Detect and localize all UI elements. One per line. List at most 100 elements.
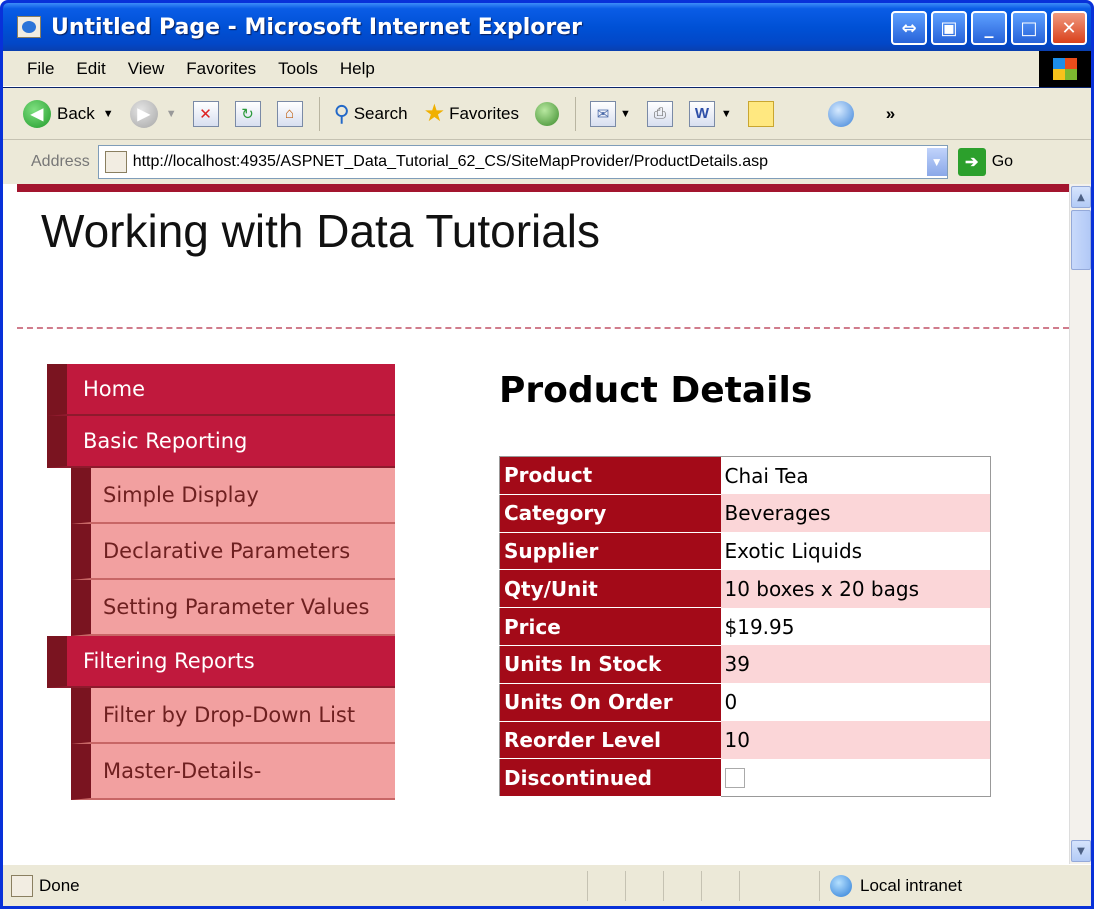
field-value: Exotic Liquids [724,538,863,563]
home-icon[interactable]: ⌂ [276,100,303,127]
menu-favorites[interactable]: Favorites [186,59,256,79]
mail-button[interactable]: ✉ ▼ [590,100,631,127]
word-button[interactable]: W ▼ [688,100,732,127]
maximize-button[interactable]: □ [1011,11,1047,45]
dropdown-arrow-icon[interactable]: ▼ [166,108,177,120]
history-icon[interactable] [535,101,560,126]
go-button[interactable]: ➔ Go [957,148,1014,176]
page-icon [104,151,127,173]
go-label: Go [991,153,1014,170]
stop-icon[interactable]: ✕ [192,100,219,127]
address-url: http://localhost:4935/ASPNET_Data_Tutori… [132,153,768,170]
page-heading: Product Details [499,370,813,411]
details-row: Reorder Level 10 [499,721,991,760]
close-button[interactable]: ✕ [1051,11,1087,45]
field-value: 39 [720,645,991,684]
field-value: Chai Tea [724,463,809,488]
nav-item-filtering-reports[interactable]: Filtering Reports [47,636,395,688]
field-value [721,759,991,797]
refresh-icon[interactable]: ↻ [234,100,261,127]
details-row: Supplier Exotic Liquids [499,532,991,571]
go-arrow-icon: ➔ [957,148,986,176]
mail-icon: ✉ [590,100,617,127]
page-done-icon [11,874,33,897]
restore-icon[interactable]: ⇔ [891,11,927,45]
intranet-icon [830,875,852,897]
field-label: Category [499,494,721,533]
forward-button[interactable]: ▶ ▼ [129,99,177,128]
address-dropdown-icon[interactable]: ▼ [926,148,947,176]
back-arrow-icon: ◀ [23,99,51,128]
toolbar-separator [575,96,577,131]
windows-logo-icon [1039,51,1091,87]
minimize-button[interactable]: _ [971,11,1007,45]
menu-file[interactable]: File [27,59,54,79]
field-label: Discontinued [499,758,721,798]
field-value: 0 [724,690,738,715]
site-title: Working with Data Tutorials [41,205,601,257]
scroll-thumb[interactable] [1071,210,1091,270]
search-button[interactable]: ⚲ Search [334,101,408,127]
nav-item-declarative-parameters[interactable]: Declarative Parameters [71,524,395,580]
messenger-icon[interactable] [827,100,854,127]
address-label: Address [31,153,90,170]
dropdown-arrow-icon[interactable]: ▼ [103,108,114,120]
field-label: Supplier [499,532,721,571]
title-bar[interactable]: Untitled Page - Microsoft Internet Explo… [3,3,1091,51]
field-value: $19.95 [724,614,795,639]
layout-icon[interactable]: ▣ [931,11,967,45]
nav-item-master-details[interactable]: Master-Details- [71,744,395,800]
nav-item-home[interactable]: Home [47,364,395,416]
star-icon: ★ [423,100,446,127]
security-zone: Local intranet [819,871,962,901]
menu-edit[interactable]: Edit [76,59,105,79]
field-value: 10 [720,721,991,759]
menu-bar: File Edit View Favorites Tools Help [3,51,1091,87]
favorites-button[interactable]: ★ Favorites [424,99,519,128]
browser-window: Untitled Page - Microsoft Internet Explo… [0,0,1094,909]
toolbar-chevron-icon[interactable]: » [886,104,895,124]
address-bar: Address http://localhost:4935/ASPNET_Dat… [3,140,1091,184]
window-title: Untitled Page - Microsoft Internet Explo… [51,14,582,40]
toolbar-separator [318,96,320,131]
back-button[interactable]: ◀ Back ▼ [23,99,114,128]
vertical-scrollbar[interactable]: ▲ ▼ [1069,184,1091,864]
scroll-up-icon[interactable]: ▲ [1071,186,1091,208]
address-input[interactable]: http://localhost:4935/ASPNET_Data_Tutori… [97,145,948,179]
forward-arrow-icon: ▶ [129,99,158,128]
sitemap-menu: Home Basic Reporting Simple Display Decl… [47,364,395,800]
search-label: Search [353,103,408,123]
favorites-label: Favorites [449,103,520,123]
nav-item-basic-reporting[interactable]: Basic Reporting [47,416,395,468]
toolbar: ◀ Back ▼ ▶ ▼ ✕ ↻ ⌂ ⚲ Search ★ Favorites [3,88,1091,184]
dropdown-arrow-icon[interactable]: ▼ [721,108,732,120]
details-row: Product Chai Tea [499,456,991,495]
search-icon: ⚲ [333,100,350,126]
details-row: Units In Stock 39 [499,645,991,684]
discuss-icon[interactable] [747,100,774,127]
scroll-down-icon[interactable]: ▼ [1071,840,1091,862]
details-row: Category Beverages [499,494,991,533]
header-stripe [17,184,1069,192]
field-label: Qty/Unit [499,569,721,609]
zone-label: Local intranet [860,876,963,895]
menu-tools[interactable]: Tools [278,59,318,79]
details-row: Discontinued [499,758,991,798]
field-label: Product [499,456,721,495]
details-row: Units On Order 0 [499,683,991,722]
word-icon: W [688,100,715,127]
nav-item-simple-display[interactable]: Simple Display [71,468,395,524]
field-value: 10 boxes x 20 bags [720,569,991,608]
nav-item-setting-parameter-values[interactable]: Setting Parameter Values [71,580,395,636]
status-bar: Done Local intranet [3,864,1091,906]
back-label: Back [57,103,95,123]
details-row: Qty/Unit 10 boxes x 20 bags [499,569,991,609]
discontinued-checkbox[interactable] [724,767,745,788]
menu-help[interactable]: Help [340,59,375,79]
menu-view[interactable]: View [128,59,165,79]
print-icon[interactable]: ⎙ [646,100,673,127]
status-text: Done [39,875,80,895]
header-divider [17,327,1069,329]
dropdown-arrow-icon[interactable]: ▼ [620,108,631,120]
nav-item-filter-dropdown[interactable]: Filter by Drop-Down List [71,688,395,744]
